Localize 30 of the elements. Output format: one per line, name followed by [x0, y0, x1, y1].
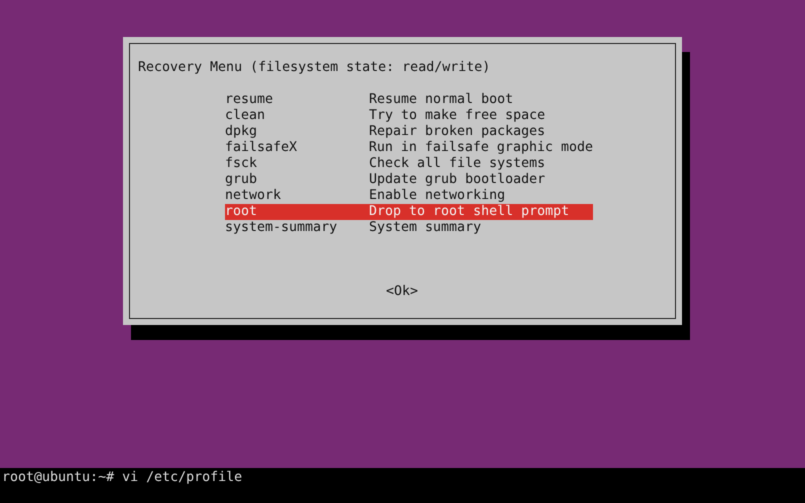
item-description: Repair broken packages	[369, 124, 546, 140]
item-tag: clean	[225, 108, 369, 124]
menu-item[interactable]: clean Try to make free space	[225, 108, 593, 124]
ok-button[interactable]: <Ok>	[386, 284, 418, 300]
item-tag: grub	[225, 172, 369, 188]
menu-item[interactable]: system-summary System summary	[225, 220, 593, 236]
item-description: Drop to root shell prompt	[369, 204, 570, 220]
item-description: Enable networking	[369, 188, 506, 204]
terminal-command-line: root@ubuntu:~# vi /etc/profile	[2, 470, 242, 485]
item-tag: fsck	[225, 156, 369, 172]
item-description: Resume normal boot	[369, 92, 514, 108]
menu-item[interactable]: failsafeX Run in failsafe graphic mode	[225, 140, 593, 156]
item-tag: failsafeX	[225, 140, 369, 156]
menu-item[interactable]: fsck Check all file systems	[225, 156, 593, 172]
item-tag: network	[225, 188, 369, 204]
menu-item[interactable]: network Enable networking	[225, 188, 593, 204]
menu-item[interactable]: grub Update grub bootloader	[225, 172, 593, 188]
dialog-title: Recovery Menu (filesystem state: read/write)	[138, 60, 492, 76]
menu-item[interactable]: dpkg Repair broken packages	[225, 124, 593, 140]
menu-item[interactable]: root Drop to root shell prompt	[225, 204, 593, 220]
item-tag: resume	[225, 92, 369, 108]
item-description: System summary	[369, 220, 482, 236]
item-tag: root	[225, 204, 369, 220]
menu-item[interactable]: resume Resume normal boot	[225, 92, 593, 108]
item-description: Check all file systems	[369, 156, 546, 172]
item-tag: system-summary	[225, 220, 369, 236]
item-description: Update grub bootloader	[369, 172, 546, 188]
item-tag: dpkg	[225, 124, 369, 140]
item-description: Run in failsafe graphic mode	[368, 140, 593, 156]
item-description: Try to make free space	[369, 108, 546, 124]
